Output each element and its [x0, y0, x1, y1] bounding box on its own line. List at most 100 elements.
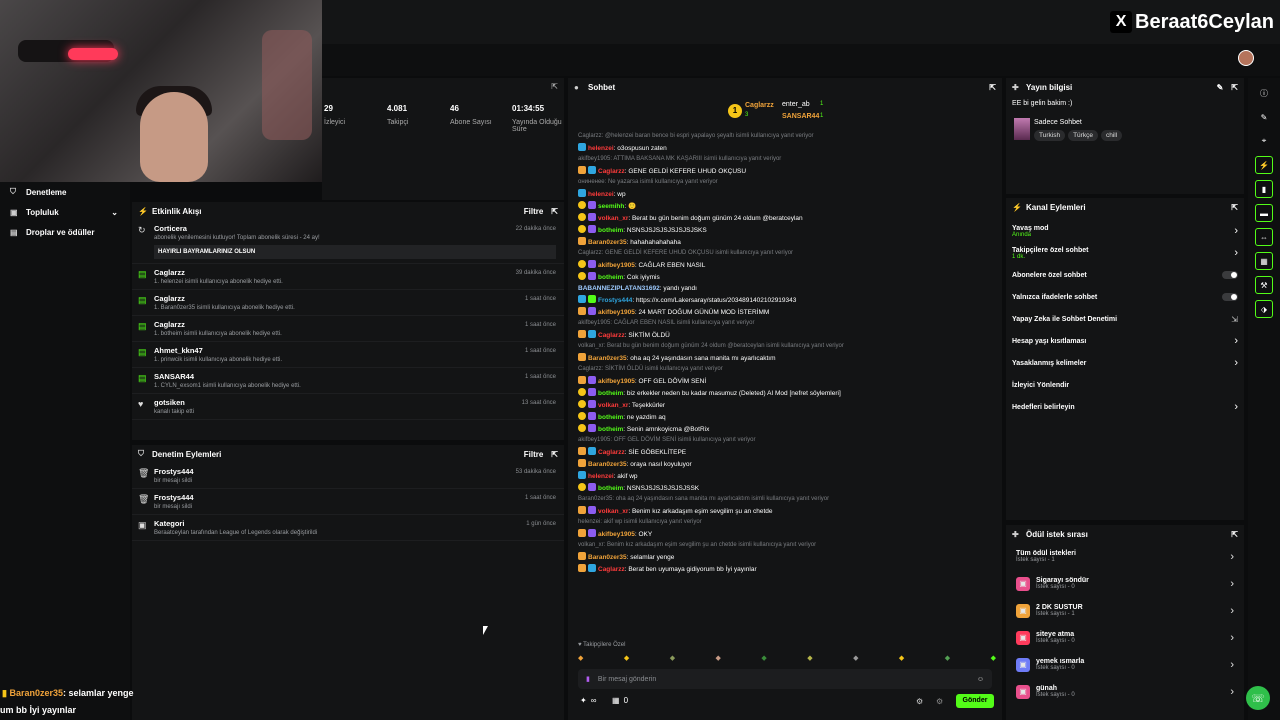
avatar[interactable]	[1238, 50, 1254, 66]
mic-icon[interactable]: ▮	[586, 675, 590, 683]
chat-username[interactable]: botheim	[598, 485, 623, 492]
chat-message[interactable]: Baran0zer35: oha aq 24 yaşındasın sana m…	[578, 352, 996, 364]
chat-input[interactable]: ▮ Bir mesaj gönderin ☺	[578, 669, 992, 689]
popout-icon[interactable]: ⇱	[551, 450, 558, 459]
chat-username[interactable]: botheim	[598, 274, 623, 281]
chat-username[interactable]: akifbey1905	[598, 378, 635, 385]
chat-message[interactable]: akifbey1905: OFF GEL DÖVİM SENİ	[578, 375, 996, 387]
chat-message[interactable]: BABANNEZIPLATAN31692: yandı yandı	[578, 283, 996, 294]
channel-action-row[interactable]: Hedefleri belirleyin ›	[1006, 396, 1244, 418]
points-display[interactable]: ✦ ∞	[580, 696, 596, 705]
clipboard-icon[interactable]: ▮	[1255, 180, 1273, 198]
chat-username[interactable]: BABANNEZIPLATAN31692	[578, 285, 660, 292]
chat-username[interactable]: helenzei	[588, 191, 614, 198]
support-chat-icon[interactable]: ☏	[1246, 686, 1270, 710]
toggle-switch[interactable]	[1222, 271, 1238, 279]
chat-message[interactable]: helenzei: akif wp	[578, 470, 996, 482]
chat-username[interactable]: volkan_xr	[598, 402, 628, 409]
chat-username[interactable]: Caglarzz	[598, 332, 625, 339]
popout-icon[interactable]: ⇱	[551, 82, 558, 91]
reward-row[interactable]: ▣ Sigarayı söndür İstek sayısı - 0 ›	[1006, 570, 1244, 597]
widget-icon[interactable]: ⬗	[1255, 300, 1273, 318]
chat-message[interactable]: seemihh: 🙂	[578, 200, 996, 212]
chat-message[interactable]: botheim: NSNSJSJSJSJSJSJSSK	[578, 482, 996, 494]
tag[interactable]: Turkish	[1034, 130, 1066, 141]
edit-icon[interactable]: ✎	[1217, 83, 1224, 92]
emote-icon[interactable]: ◆	[945, 654, 950, 666]
channel-action-row[interactable]: Abonelere özel sohbet	[1006, 264, 1244, 286]
chat-username[interactable]: akifbey1905	[598, 309, 635, 316]
chat-username[interactable]: Baran0zer35	[588, 554, 627, 561]
chat-username[interactable]: Caglarzz	[598, 566, 625, 573]
emote-icon[interactable]: ◆	[761, 654, 766, 666]
chat-message[interactable]: botheim: ne yazdim aq	[578, 411, 996, 423]
chat-bubble-icon[interactable]: ▬	[1255, 204, 1273, 222]
chat-message[interactable]: helenzei: o3ospusun zaten	[578, 142, 996, 154]
nav-item-moderation[interactable]: ⛉ Denetleme	[0, 182, 130, 202]
emote-icon[interactable]: ◆	[899, 654, 904, 666]
chat-message[interactable]: Baran0zer35: oraya nasıl koyuluyor	[578, 458, 996, 470]
wrench-icon[interactable]: ⚒	[1255, 276, 1273, 294]
nav-item-community[interactable]: ▣ Topluluk ⌄	[0, 202, 130, 222]
channel-action-row[interactable]: Yavaş mod Anında ›	[1006, 220, 1244, 242]
chat-message[interactable]: Baran0zer35: hahahahahahaha	[578, 236, 996, 248]
chat-username[interactable]: botheim	[598, 390, 623, 397]
chat-message[interactable]: botheim: Senin amnkoyicma @BotRix	[578, 423, 996, 435]
emote-icon[interactable]: ◆	[807, 654, 812, 666]
send-button[interactable]: Gönder	[956, 694, 994, 708]
pencil-icon[interactable]: ✎	[1255, 108, 1273, 126]
chat-message[interactable]: volkan_xr: Teşekkürler	[578, 399, 996, 411]
gift-counter[interactable]: ▦ 0	[612, 696, 628, 705]
chat-username[interactable]: volkan_xr	[598, 215, 628, 222]
lightning-icon[interactable]: ⚡	[1255, 156, 1273, 174]
chat-message[interactable]: akifbey1905: OKY	[578, 528, 996, 540]
chat-username[interactable]: helenzei	[588, 145, 614, 152]
tag[interactable]: Türkçe	[1068, 130, 1098, 141]
emote-icon[interactable]: ◆	[578, 654, 583, 666]
popout-icon[interactable]: ⇱	[551, 207, 558, 216]
expand-icon[interactable]: ⇔	[1255, 228, 1273, 246]
nav-item-drops[interactable]: ▤ Droplar ve ödüller	[0, 222, 130, 242]
chat-username[interactable]: akifbey1905	[598, 262, 635, 269]
popout-icon[interactable]: ⇱	[989, 83, 996, 92]
channel-action-row[interactable]: Yapay Zeka ile Sohbet Denetimi ⇲	[1006, 308, 1244, 330]
chat-username[interactable]: akifbey1905	[598, 531, 635, 538]
chat-message[interactable]: Caglarzz: Berat ben uyumaya gidiyorum bb…	[578, 563, 996, 575]
chat-username[interactable]: botheim	[598, 227, 623, 234]
crosshair-icon[interactable]: ⌖	[1255, 132, 1273, 150]
chat-message[interactable]: volkan_xr: Benim kız arkadaşım eşim sevg…	[578, 505, 996, 517]
channel-action-row[interactable]: Hesap yaşı kısıtlaması ›	[1006, 330, 1244, 352]
robot-icon[interactable]: ⚙	[936, 697, 943, 706]
popout-icon[interactable]: ⇱	[1231, 203, 1238, 212]
chat-username[interactable]: botheim	[598, 414, 623, 421]
moderation-filter-button[interactable]: Filtre	[524, 450, 544, 459]
emote-icon[interactable]: ◆	[670, 654, 675, 666]
layout-icon[interactable]: ▦	[1255, 252, 1273, 270]
chat-username[interactable]: Frostys444	[598, 297, 632, 304]
info-icon[interactable]: ⓘ	[1255, 84, 1273, 102]
chat-message[interactable]: botheim: NSNSJSJSJSJSJSJSJSKS	[578, 224, 996, 236]
chat-message[interactable]: Frostys444: https://x.com/Lakersaray/sta…	[578, 294, 996, 306]
toggle-switch[interactable]	[1222, 293, 1238, 301]
reward-row[interactable]: ▣ yemek ısmarla İstek sayısı - 0 ›	[1006, 651, 1244, 678]
chat-message[interactable]: Caglarzz: GENE GELDİ KEFERE UHUD OKÇUSU	[578, 165, 996, 177]
chat-message[interactable]: Caglarzz: SİKTİM ÖLDÜ	[578, 329, 996, 341]
chat-message[interactable]: Baran0zer35: selamlar yenge	[578, 551, 996, 563]
emote-icon[interactable]: ◆	[991, 654, 996, 666]
channel-action-row[interactable]: Yalnızca ifadelerle sohbet	[1006, 286, 1244, 308]
tag[interactable]: chill	[1100, 130, 1123, 141]
popout-icon[interactable]: ⇱	[1231, 530, 1238, 539]
channel-action-row[interactable]: Takipçilere özel sohbet 1 dk. ›	[1006, 242, 1244, 264]
reward-row[interactable]: ▣ 2 DK SUSTUR İstek sayısı - 1 ›	[1006, 597, 1244, 624]
chat-username[interactable]: Caglarzz	[598, 449, 625, 456]
emote-icon[interactable]: ◆	[853, 654, 858, 666]
chat-message[interactable]: akifbey1905: 24 MART DOĞUM GÜNÜM MOD İST…	[578, 306, 996, 318]
chat-username[interactable]: volkan_xr	[598, 508, 628, 515]
reward-row[interactable]: ▣ siteye atma İstek sayısı - 0 ›	[1006, 624, 1244, 651]
channel-action-row[interactable]: Yasaklanmış kelimeler ›	[1006, 352, 1244, 374]
chat-username[interactable]: Baran0zer35	[588, 239, 627, 246]
popout-icon[interactable]: ⇱	[1231, 83, 1238, 92]
channel-action-row[interactable]: İzleyici Yönlendir	[1006, 374, 1244, 396]
emote-icon[interactable]: ◆	[624, 654, 629, 666]
chat-message[interactable]: Caglarzz: SİE GÖBEKLİTEPE	[578, 446, 996, 458]
